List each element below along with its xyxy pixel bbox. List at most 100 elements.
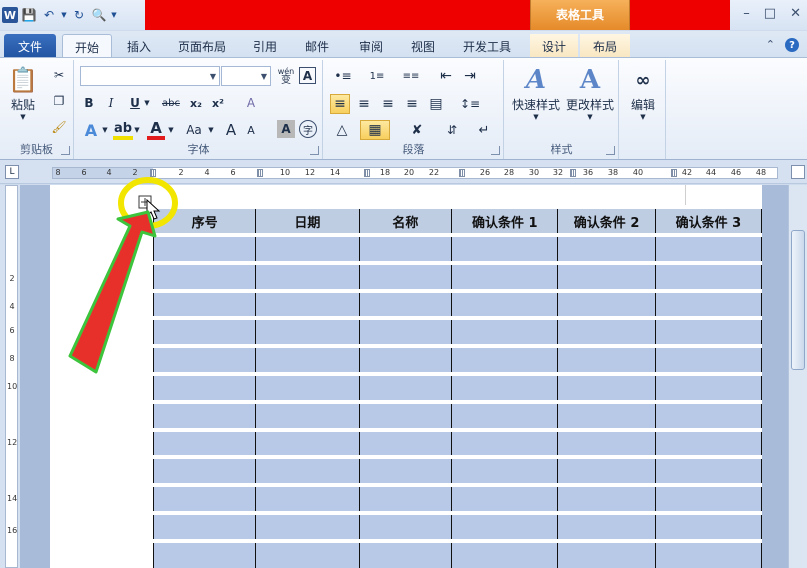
tab-references[interactable]: 引用 <box>244 34 286 57</box>
phonetic-guide-button[interactable]: wén 变 <box>275 66 297 86</box>
character-border-button[interactable]: A <box>299 67 316 84</box>
table-cell[interactable] <box>654 233 763 264</box>
table-cell[interactable] <box>358 538 453 568</box>
table-cell[interactable] <box>557 538 656 568</box>
table-cell[interactable] <box>152 510 257 542</box>
copy-icon[interactable]: ❐ <box>50 92 68 110</box>
chevron-down-icon[interactable]: ▼ <box>207 67 219 85</box>
table-cell[interactable] <box>654 316 763 347</box>
table-cell[interactable] <box>152 260 257 292</box>
chevron-down-icon[interactable]: ▼ <box>143 94 151 112</box>
underline-button[interactable]: U <box>127 94 143 112</box>
customize-toolbar-icon[interactable]: ▼ <box>110 6 118 24</box>
chevron-down-icon[interactable]: ▼ <box>167 120 175 140</box>
table-cell[interactable] <box>152 371 257 403</box>
undo-icon[interactable]: ↶ <box>40 6 58 24</box>
table-cell[interactable] <box>654 288 763 319</box>
table-cell[interactable] <box>255 483 360 514</box>
minimize-icon[interactable]: – <box>743 6 750 21</box>
bold-button[interactable]: B <box>81 94 97 112</box>
table-cell[interactable] <box>358 510 453 542</box>
multilevel-list-icon[interactable]: ≡≡ <box>398 66 424 86</box>
table-cell[interactable] <box>358 371 453 403</box>
table-cell[interactable] <box>654 510 763 542</box>
save-icon[interactable]: 💾 <box>20 6 38 24</box>
table-cell[interactable] <box>255 344 360 375</box>
table-cell[interactable] <box>557 371 656 403</box>
table-cell[interactable] <box>557 344 656 375</box>
italic-button[interactable]: I <box>103 94 119 112</box>
table-cell[interactable] <box>557 233 656 264</box>
cut-icon[interactable]: ✂ <box>50 66 68 84</box>
table-header-cell[interactable]: 确认条件 3 <box>654 207 763 235</box>
font-name-combo[interactable]: ▼ <box>80 66 220 86</box>
table-header-cell[interactable]: 名称 <box>358 207 453 235</box>
table-cell[interactable] <box>255 510 360 542</box>
minimize-ribbon-icon[interactable]: ⌃ <box>766 38 775 52</box>
table-cell[interactable] <box>451 260 559 292</box>
shading-button[interactable]: △ <box>330 120 354 140</box>
editing-button[interactable]: ∞ 编辑 ▼ <box>624 64 662 122</box>
shrink-font-button[interactable]: A <box>242 120 260 140</box>
table-cell[interactable] <box>451 483 559 514</box>
table-cell[interactable] <box>654 427 763 458</box>
view-ruler-button[interactable] <box>791 165 805 179</box>
vertical-ruler[interactable]: 2 4 6 8 10 12 14 16 <box>5 185 18 568</box>
table-cell[interactable] <box>557 288 656 319</box>
table-cell[interactable] <box>451 399 559 431</box>
table-cell[interactable] <box>358 427 453 458</box>
table-cell[interactable] <box>557 316 656 347</box>
table-header-cell[interactable]: 日期 <box>255 207 360 235</box>
table-cell[interactable] <box>358 260 453 292</box>
table-cell[interactable] <box>152 455 257 486</box>
tab-home[interactable]: 开始 <box>62 34 112 57</box>
paragraph-launcher-icon[interactable] <box>491 146 500 155</box>
table-cell[interactable] <box>358 233 453 264</box>
tab-review[interactable]: 审阅 <box>350 34 392 57</box>
table-cell[interactable] <box>358 316 453 347</box>
distributed-button[interactable]: ▤ <box>426 94 446 114</box>
tab-selector-button[interactable]: L <box>5 165 19 179</box>
table-cell[interactable] <box>451 233 559 264</box>
document-table[interactable]: 序号 日期 名称 确认条件 1 确认条件 2 确认条件 3 <box>152 207 763 568</box>
column-marker[interactable] <box>459 169 465 177</box>
table-cell[interactable] <box>358 455 453 486</box>
format-painter-icon[interactable]: 🖌 <box>50 118 68 136</box>
table-cell[interactable] <box>654 538 763 568</box>
table-cell[interactable] <box>152 316 257 347</box>
table-cell[interactable] <box>152 399 257 431</box>
chevron-down-icon[interactable]: ▼ <box>258 67 270 85</box>
quick-styles-button[interactable]: A 快速样式 ▼ <box>509 64 563 121</box>
clipboard-launcher-icon[interactable] <box>61 146 70 155</box>
numbering-icon[interactable]: 1≡ <box>364 66 390 86</box>
table-cell[interactable] <box>451 427 559 458</box>
redo-icon[interactable]: ↻ <box>70 6 88 24</box>
font-size-combo[interactable]: ▼ <box>221 66 271 86</box>
table-cell[interactable] <box>358 344 453 375</box>
chinese-layout-button[interactable]: ✘ <box>404 120 430 140</box>
table-cell[interactable] <box>654 483 763 514</box>
table-cell[interactable] <box>654 260 763 292</box>
chevron-down-icon[interactable]: ▼ <box>207 120 215 140</box>
table-cell[interactable] <box>654 455 763 486</box>
table-cell[interactable] <box>557 399 656 431</box>
table-cell[interactable] <box>451 371 559 403</box>
table-cell[interactable] <box>557 483 656 514</box>
table-cell[interactable] <box>255 233 360 264</box>
column-marker[interactable] <box>364 169 370 177</box>
table-cell[interactable] <box>255 260 360 292</box>
help-icon[interactable]: ? <box>785 38 799 52</box>
scrollbar-thumb[interactable] <box>791 230 805 370</box>
borders-button[interactable]: ▦ <box>360 120 390 140</box>
table-cell[interactable] <box>358 399 453 431</box>
table-cell[interactable] <box>557 260 656 292</box>
table-cell[interactable] <box>152 483 257 514</box>
highlight-button[interactable]: ab <box>113 120 133 140</box>
table-cell[interactable] <box>255 399 360 431</box>
tab-insert[interactable]: 插入 <box>118 34 160 57</box>
table-cell[interactable] <box>557 427 656 458</box>
tab-view[interactable]: 视图 <box>402 34 444 57</box>
grow-font-button[interactable]: A <box>222 120 240 140</box>
table-cell[interactable] <box>654 371 763 403</box>
table-header-cell[interactable]: 确认条件 2 <box>557 207 656 235</box>
